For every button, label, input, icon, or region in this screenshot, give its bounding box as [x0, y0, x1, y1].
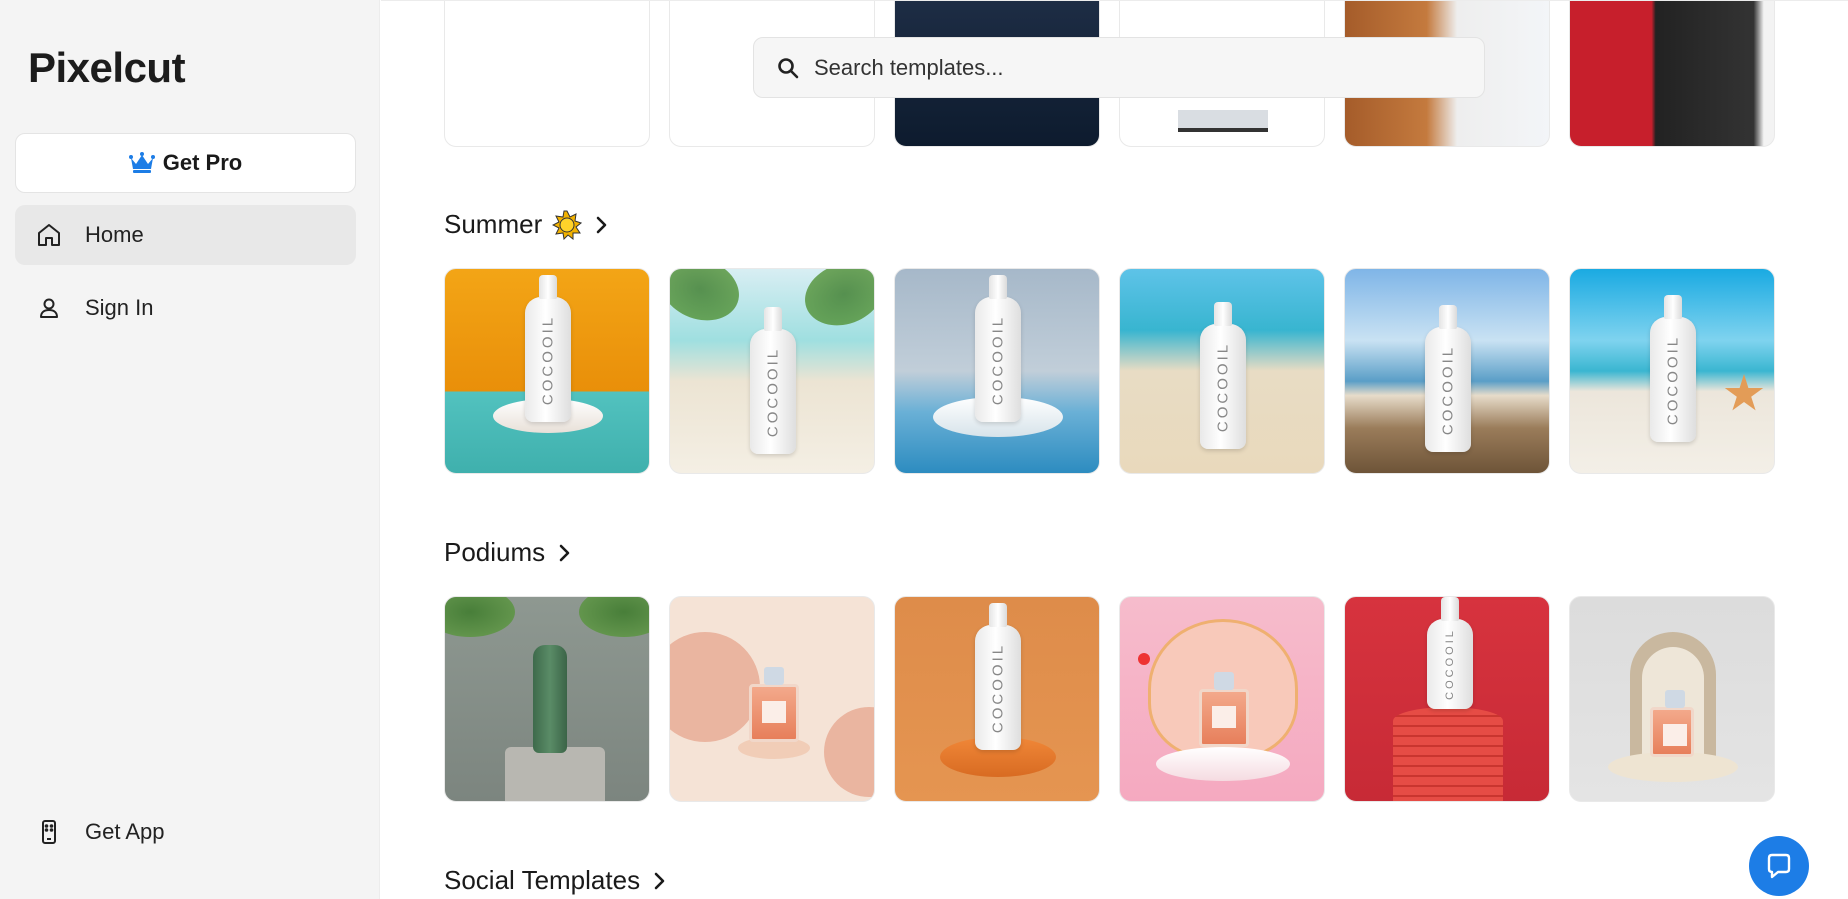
section-title-label: Podiums [444, 537, 546, 567]
search-bar[interactable] [753, 37, 1485, 98]
home-icon [38, 224, 60, 246]
app-logo[interactable]: Pixelcut [28, 44, 186, 92]
template-tile[interactable]: COCOOIL [1119, 268, 1325, 474]
section-title-social-templates[interactable]: Social Templates [444, 865, 668, 896]
template-tile[interactable]: COCOOIL [1569, 268, 1775, 474]
chat-support-button[interactable] [1749, 836, 1809, 896]
sidebar-item-label: Get App [85, 819, 165, 844]
app: Pixelcut Get Pro Home Sign In Get App Se… [0, 0, 1848, 899]
template-tile[interactable] [444, 596, 650, 802]
template-tile[interactable] [1569, 1, 1775, 147]
section-title-podiums[interactable]: Podiums [444, 537, 573, 568]
phone-icon [42, 820, 56, 844]
template-tile[interactable] [444, 1, 650, 147]
template-tile[interactable]: COCOOIL [894, 596, 1100, 802]
sidebar: Pixelcut Get Pro Home Sign In Get App [0, 0, 380, 899]
template-tile[interactable]: COCOOIL [444, 268, 650, 474]
chat-bubble-icon [1767, 853, 1791, 879]
sidebar-item-home[interactable]: Home [15, 205, 356, 265]
crown-icon [128, 152, 155, 173]
sun-emoji-icon [552, 210, 583, 240]
section-title-label: Summer [444, 209, 543, 239]
main-content: Summer COCOOIL COCOOIL COCOOIL CO [381, 0, 1848, 899]
user-icon [40, 298, 58, 318]
chevron-right-icon [654, 872, 665, 889]
template-tile[interactable]: COCOOIL [894, 268, 1100, 474]
template-tile[interactable] [1119, 596, 1325, 802]
template-tile[interactable]: COCOOIL [1344, 268, 1550, 474]
section-title-label: Social Templates [444, 865, 641, 895]
template-tile[interactable] [1569, 596, 1775, 802]
search-input[interactable] [814, 54, 1414, 81]
get-pro-button[interactable]: Get Pro [15, 133, 356, 193]
sidebar-item-label: Sign In [85, 295, 154, 320]
chevron-right-icon [596, 216, 607, 233]
template-tile[interactable]: COCOOIL [669, 268, 875, 474]
sidebar-item-get-app[interactable]: Get App [15, 802, 356, 862]
get-pro-label: Get Pro [162, 150, 243, 175]
sidebar-item-label: Home [85, 222, 144, 247]
sidebar-item-sign-in[interactable]: Sign In [15, 278, 356, 338]
search-icon [778, 57, 799, 78]
section-title-summer[interactable]: Summer [444, 209, 610, 240]
template-tile[interactable]: COCOOIL [1344, 596, 1550, 802]
template-tile[interactable] [669, 596, 875, 802]
chevron-right-icon [559, 544, 570, 561]
